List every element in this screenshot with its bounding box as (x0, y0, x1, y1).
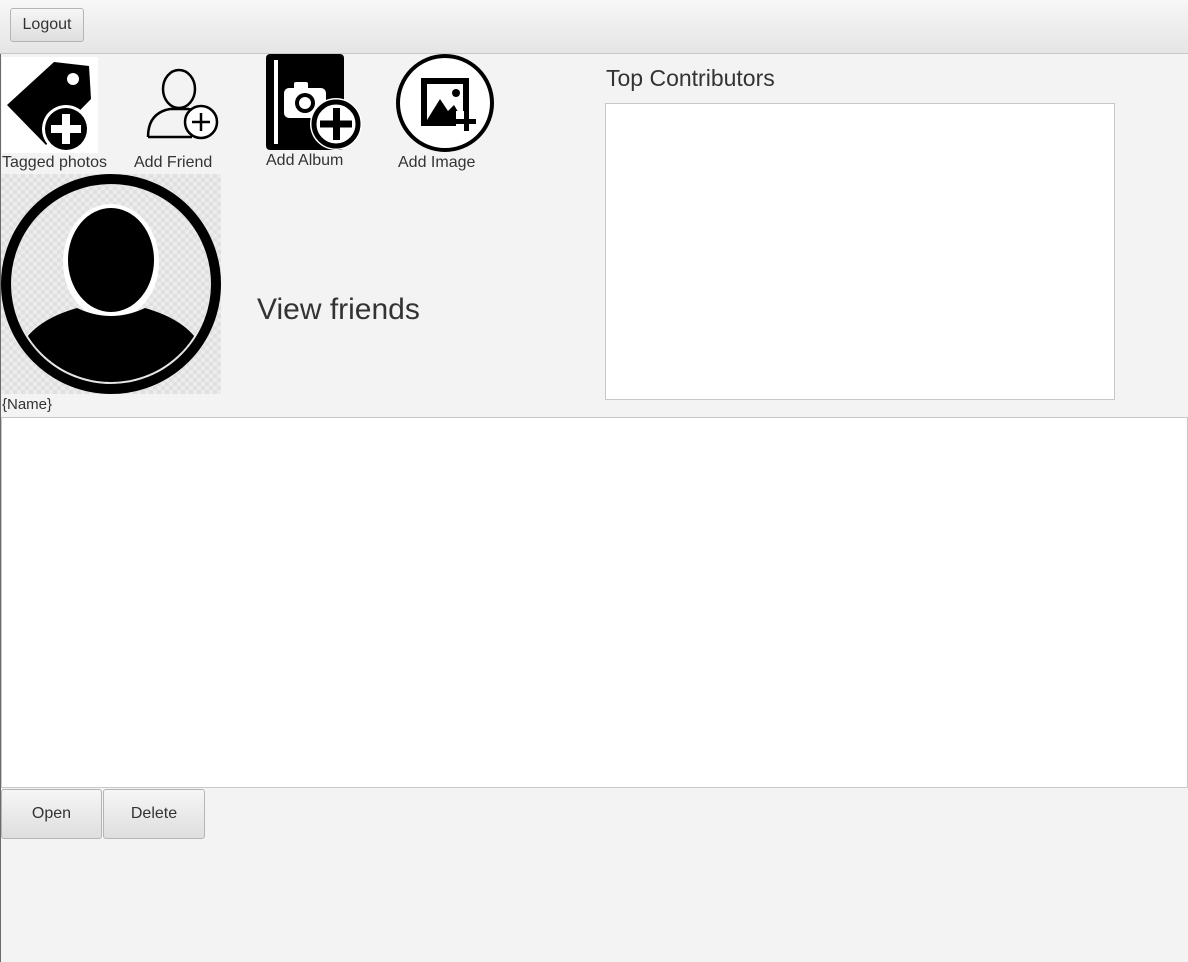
top-contributors-list[interactable] (605, 103, 1115, 400)
view-friends-link[interactable]: View friends (257, 293, 420, 327)
add-image-action[interactable]: Add Image (394, 52, 499, 174)
open-button[interactable]: Open (1, 789, 102, 839)
logout-button[interactable]: Logout (10, 8, 84, 42)
add-friend-action[interactable]: Add Friend (130, 55, 225, 175)
add-album-action[interactable]: Add Album (262, 52, 367, 172)
top-toolbar: Logout (0, 0, 1188, 54)
add-image-label: Add Image (398, 154, 476, 171)
tagged-photos-action[interactable]: Tagged photos (0, 55, 115, 175)
user-avatar-icon (1, 174, 221, 394)
album-plus-icon[interactable] (264, 54, 366, 154)
profile-avatar (1, 174, 221, 394)
albums-list[interactable] (1, 417, 1188, 788)
delete-button[interactable]: Delete (103, 789, 205, 839)
profile-name: {Name} (2, 396, 53, 413)
image-plus-icon[interactable] (396, 53, 498, 155)
top-contributors-title: Top Contributors (606, 65, 775, 91)
tag-plus-icon[interactable] (2, 57, 98, 153)
tagged-photos-label: Tagged photos (2, 154, 107, 171)
user-plus-icon[interactable] (144, 65, 234, 155)
add-friend-label: Add Friend (134, 154, 213, 171)
add-album-label: Add Album (266, 152, 344, 169)
